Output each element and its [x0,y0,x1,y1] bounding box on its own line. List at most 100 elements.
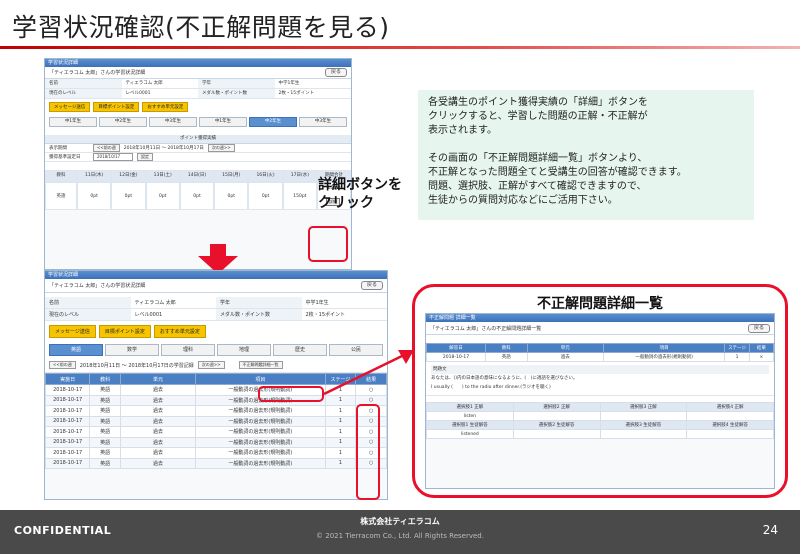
tab-grade-active[interactable]: 中2年生 [249,117,297,127]
cell-subject: 英語 [89,405,122,417]
recommend-unit-button[interactable]: おすすめ単元設定 [153,325,206,338]
goal-point-button[interactable]: 目標ポイント設定 [98,325,151,338]
page-header: 「ティエラコム 太郎」さんの学習状況詳細 [49,283,146,289]
cell-stage: 1 [324,426,357,438]
period-label: 表示期間 [49,146,67,151]
page-header: 「ティエラコム 太郎」さんの不正解問題詳細一覧 [430,325,542,332]
instruction-note: 各受講生のポイント獲得実績の「詳細」ボタンを クリックすると、学習した問題の正解… [418,90,754,220]
point-cell: 0pt [248,182,283,210]
goal-point-button[interactable]: 目標ポイント設定 [93,102,140,112]
cell-unit: 過去 [120,405,197,417]
info-value: 2枚・15ポイント [278,91,315,96]
point-cell: 0pt [77,182,112,210]
tab-grade[interactable]: 中1年生 [49,117,97,127]
points-grid: 教科 11日(木) 12日(金) 13日(土) 14日(日) 15日(月) 16… [45,170,351,210]
footer: CONFIDENTIAL 株式会社ティエラコム © 2021 Tierracom… [0,510,800,554]
cell-stage: 1 [324,447,357,459]
tab-grade[interactable]: 中2年生 [99,117,147,127]
target-label: 獲得基準設定日 [49,155,81,160]
message-button[interactable]: メッセージ送信 [49,325,96,338]
choices-table: 選択肢1 正解 選択肢2 正解 選択肢3 正解 選択肢4 正解 listen 選… [426,402,774,439]
cell-date: 2018-10-17 [45,447,91,459]
grid-header: 16日(火) [248,170,283,182]
result-column-highlight [356,404,380,500]
tab-grade[interactable]: 中3年生 [299,117,347,127]
cell-subject: 英語 [89,415,122,427]
cell-item: 一般動詞の過去形(規則動詞) [602,352,726,362]
target-date-input[interactable]: 2018/10/17 [93,153,133,161]
grid-header: 17日(水) [282,170,317,182]
next-week-button[interactable]: 次の週>> [207,144,235,152]
message-button[interactable]: メッセージ送信 [49,102,91,112]
cell-item: 一般動詞の過去形(規則動詞) [195,447,326,459]
tab-subject[interactable]: 数学 [105,344,159,356]
prev-week-button[interactable]: <<前の週 [49,361,76,369]
info-row: 現在のレベル レベル0001 メダル数・ポイント数 2枚・15ポイント [45,89,351,99]
cell-item: 一般動詞の過去形(規則動詞) [195,405,326,417]
question-block: 問題文 あなたは、()内の日本語の意味になるように、( )に適語を選びなさい。 … [426,362,774,396]
slide: 学習状況確認(不正解問題を見る) 学習状況詳細 「ティエラコム 太郎」さんの学習… [0,0,800,554]
grid-header: 13日(土) [145,170,180,182]
column-header: 実施日 [45,373,91,385]
popup-title: 不正解問題詳細一覧 [537,296,663,312]
column-header: ステージ [724,343,750,353]
grid-header: 教科 [45,170,77,182]
point-cell: 150pt [282,182,317,210]
wrong-list-button[interactable]: 不正解問題詳細一覧 [238,361,283,369]
info-label: 現在のレベル [45,309,131,320]
cell-stage: 1 [724,352,750,362]
info-value: レベル0001 [125,91,151,96]
note-line: その画面の「不正解問題詳細一覧」ボタンより、 [428,153,648,164]
point-cell: 0pt [179,182,215,210]
tab-grade[interactable]: 中1年生 [199,117,247,127]
cell-date: 2018-10-17 [45,394,91,406]
table-row: 2018-10-17 英語 過去 一般動詞の過去形(規則動詞) 1 ○ [45,405,387,417]
answer-header: 選択肢1 生徒解答 [426,420,514,430]
tab-grade[interactable]: 中3年生 [149,117,197,127]
tab-subject[interactable]: 地理 [217,344,271,356]
cell-subject: 英語 [89,457,122,469]
answer-header: 選択肢3 生徒解答 [599,420,688,430]
next-week-button[interactable]: 次の週>> [197,361,225,369]
back-button[interactable]: 戻る [324,68,347,77]
info-label: メダル数・ポイント数 [198,89,275,98]
table-row: 2018-10-17 英語 過去 一般動詞の過去形(規則動詞) 1 ○ [45,447,387,459]
tab-subject[interactable]: 歴史 [273,344,327,356]
answer-value [599,429,688,439]
cell-unit: 過去 [526,352,604,362]
info-value: 中学1年生 [305,300,329,306]
info-label: 名前 [45,297,131,308]
copyright: © 2021 Tierracom Co., Ltd. All Rights Re… [316,532,484,540]
note-line: 表示されます。 [428,125,497,136]
note-line: 問題、選択肢、正解がすべて確認できますので、 [428,181,647,192]
slide-title: 学習状況確認(不正解問題を見る) [12,13,390,42]
cell-unit: 過去 [120,426,197,438]
wrong-list-highlight [258,386,324,402]
grid-header: 11日(木) [77,170,112,182]
answer-header: 選択肢2 生徒解答 [512,420,601,430]
recommend-unit-button[interactable]: おすすめ単元設定 [142,102,189,112]
cell-item: 一般動詞の過去形(規則動詞) [195,415,326,427]
back-button[interactable]: 戻る [360,281,383,290]
question-en: I usually ( ) to the radio after dinner.… [431,385,551,390]
cell-date: 2018-10-17 [45,436,91,448]
column-header: 解答日 [426,343,486,353]
cell-result: × [748,352,774,362]
period-text: 2018年10月11日 ～ 2018年10月17日の学習記録 [79,362,194,369]
info-label: 学年 [198,79,275,88]
page-header: 「ティエラコム 太郎」さんの学習状況詳細 [49,70,146,76]
info-label: 学年 [216,297,302,308]
tab-subject[interactable]: 理科 [161,344,215,356]
grid-header: 15日(月) [214,170,249,182]
prev-week-button[interactable]: <<前の週 [93,144,120,152]
choice-header: 選択肢3 正解 [599,402,688,412]
target-set-button[interactable]: 設定 [137,153,153,161]
info-label: メダル数・ポイント数 [216,309,302,320]
tab-subject-active[interactable]: 英語 [49,344,103,356]
cell-date: 2018-10-17 [45,405,91,417]
back-button[interactable]: 戻る [747,323,770,333]
cell-stage: 1 [324,436,357,448]
column-header: 教科 [89,373,122,385]
callout-line: 詳細ボタンを [318,177,402,193]
choice-value: listen [426,411,514,421]
